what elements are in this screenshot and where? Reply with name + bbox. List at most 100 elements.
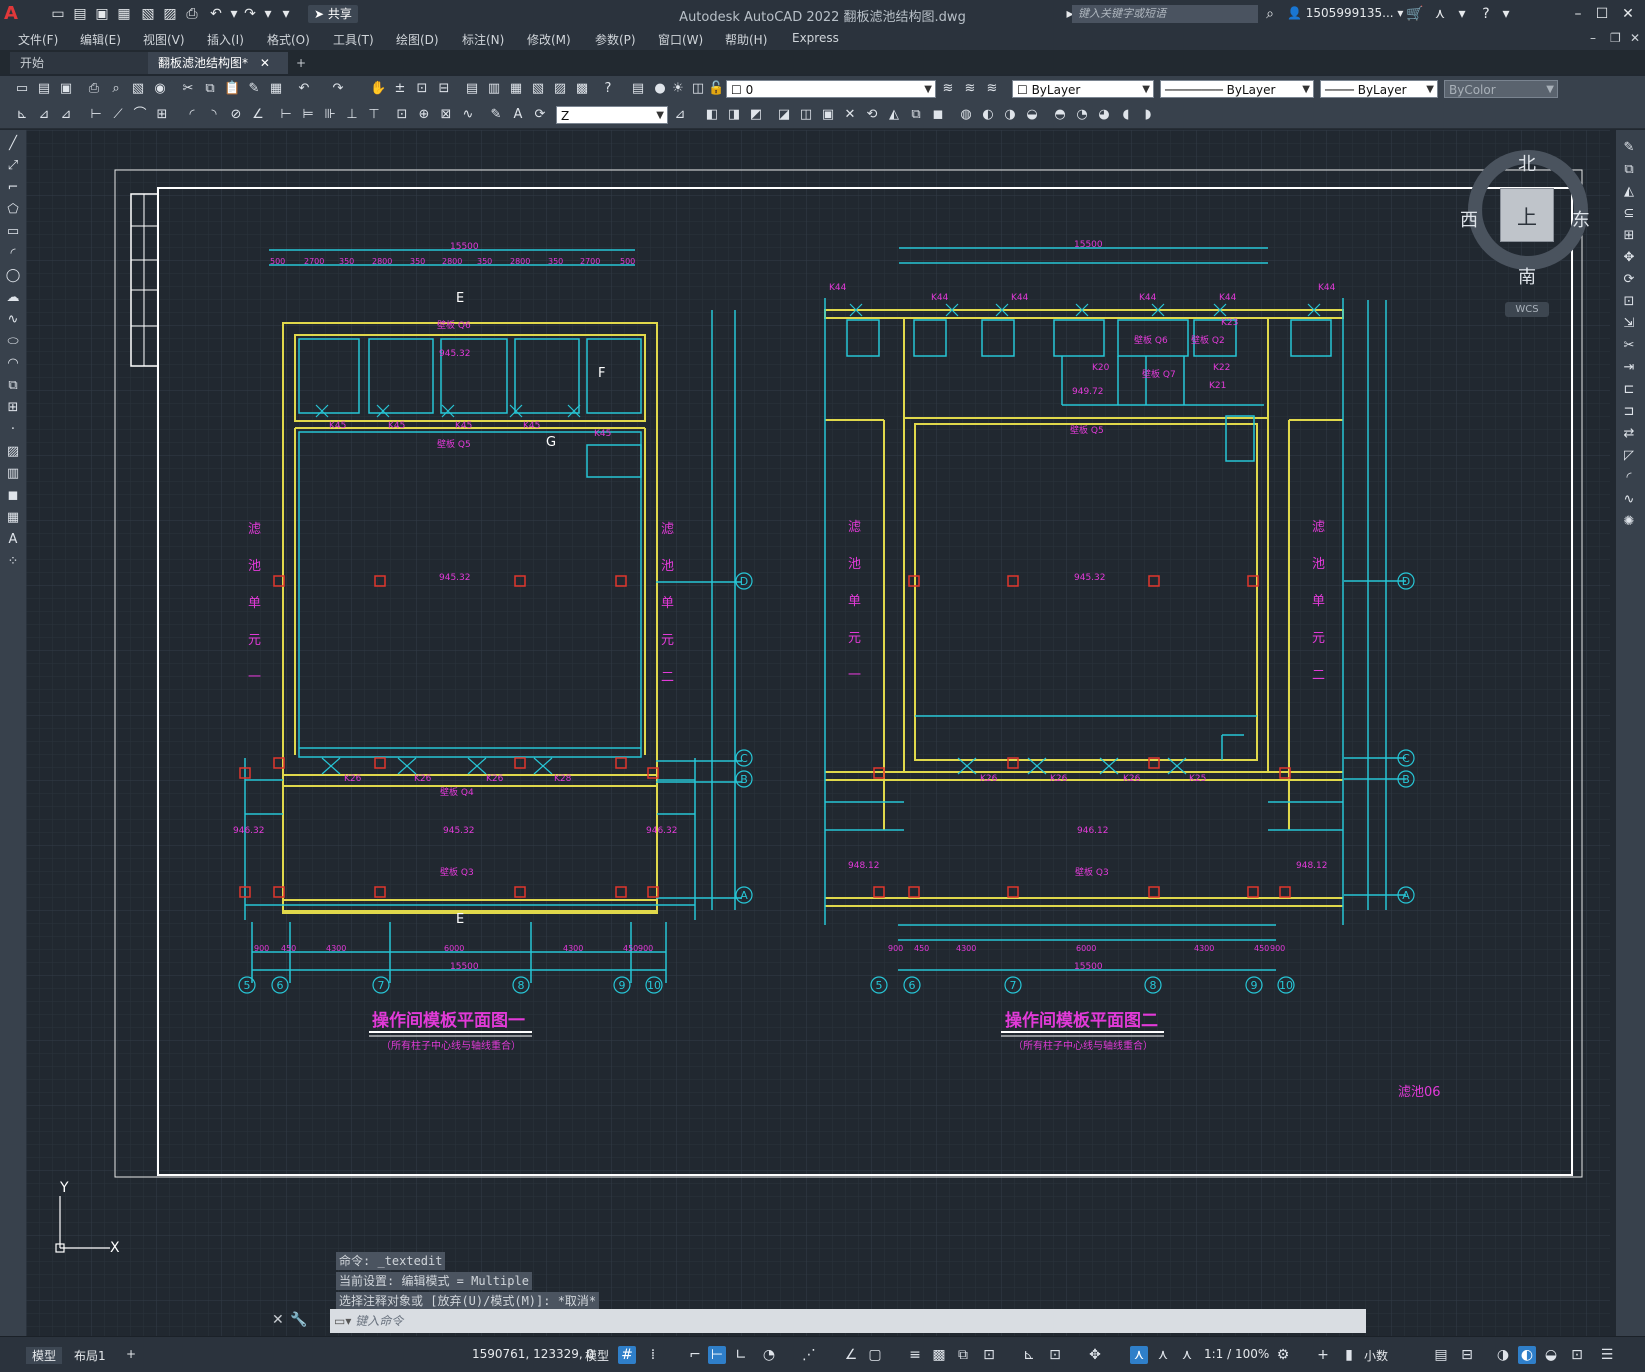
point-icon[interactable]: · <box>5 422 21 438</box>
layer-dropdown[interactable]: ☐ 0 ▼ <box>726 80 936 98</box>
plot-icon[interactable]: ⎙ <box>86 81 102 97</box>
solid-edit-icon[interactable]: ◗ <box>1140 107 1156 123</box>
mirror-icon[interactable]: ◭ <box>1621 184 1637 200</box>
layer-states-icon[interactable]: ≋ <box>984 81 1000 97</box>
search-input[interactable]: 键入关键字或短语 <box>1072 5 1258 23</box>
slice-icon[interactable]: ◔ <box>1074 107 1090 123</box>
linetype-dropdown[interactable]: ──────── ByLayer ▼ <box>1160 80 1314 98</box>
zoom-realtime-icon[interactable]: ± <box>392 81 408 97</box>
ucs-dropdown[interactable]: Z ▼ <box>556 106 668 124</box>
layer-bulb-icon[interactable]: ● <box>652 81 668 97</box>
doc-minimize-icon[interactable]: – <box>1590 31 1596 45</box>
rectangle-icon[interactable]: ▭ <box>5 224 21 240</box>
compass-north[interactable]: 北 <box>1518 150 1536 176</box>
close-command-icon[interactable]: ✕ <box>272 1312 284 1328</box>
move-icon[interactable]: ✥ <box>1621 250 1637 266</box>
drawing-canvas[interactable]: K45 K45 K45 K45 K45 壁板 Q5 壁板 Q6 壁板 Q4 壁板… <box>26 130 1610 1352</box>
extend-icon[interactable]: ⇥ <box>1621 360 1637 376</box>
arc-icon[interactable]: ◜ <box>5 246 21 262</box>
offset-icon[interactable]: ⊆ <box>1621 206 1637 222</box>
app-dropdown-icon[interactable]: ▾ <box>1452 4 1472 24</box>
center-mark-icon[interactable]: ⊕ <box>416 107 432 123</box>
redo-dropdown-icon[interactable]: ▾ <box>258 4 278 24</box>
color-dropdown[interactable]: ☐ ByLayer ▼ <box>1012 80 1154 98</box>
hardware-acceleration-icon[interactable]: ◒ <box>1542 1346 1560 1364</box>
model-space-toggle[interactable]: 模型 <box>585 1347 609 1364</box>
paste-icon[interactable]: 📋 <box>224 81 240 97</box>
diameter-dimension-icon[interactable]: ⊘ <box>228 107 244 123</box>
join-icon[interactable]: ⇄ <box>1621 426 1637 442</box>
lock-ui-icon[interactable]: ⊟ <box>1458 1346 1476 1364</box>
break-icon[interactable]: ⊐ <box>1621 404 1637 420</box>
tool-palettes-icon[interactable]: ▦ <box>508 81 524 97</box>
gizmo-icon[interactable]: ✥ <box>1086 1346 1104 1364</box>
menu-format[interactable]: 格式(O) <box>267 31 310 48</box>
cut-icon[interactable]: ✂ <box>180 81 196 97</box>
baseline-dimension-icon[interactable]: ⊨ <box>300 107 316 123</box>
cart-icon[interactable]: 🛒 <box>1405 4 1425 24</box>
plot-preview-icon[interactable]: ⌕ <box>108 81 124 97</box>
gradient-icon[interactable]: ▥ <box>5 466 21 482</box>
transparency-icon[interactable]: ▩ <box>930 1346 948 1364</box>
properties-icon[interactable]: ▤ <box>464 81 480 97</box>
graphics-performance-icon[interactable]: ◐ <box>1518 1346 1536 1364</box>
3dprint-icon[interactable]: ◉ <box>152 81 168 97</box>
layer-sun-icon[interactable]: ☀ <box>670 81 686 97</box>
annotation-scale-readout[interactable]: 1:1 / 100% <box>1204 1347 1269 1361</box>
angular-dimension-icon[interactable]: ∠ <box>250 107 266 123</box>
menu-file[interactable]: 文件(F) <box>18 31 58 48</box>
add-layout-button[interactable]: + <box>126 1347 136 1361</box>
maximize-icon[interactable]: ☐ <box>1592 4 1612 24</box>
auto-scale-icon[interactable]: ⋏ <box>1154 1346 1172 1364</box>
offset-faces-icon[interactable]: ▣ <box>820 107 836 123</box>
lineweight-dropdown[interactable]: ──── ByLayer ▼ <box>1320 80 1438 98</box>
search-icon[interactable]: ⌕ <box>1260 4 1280 24</box>
infer-constraints-icon[interactable]: ⌐ <box>686 1346 704 1364</box>
save-icon[interactable]: ▣ <box>92 4 112 24</box>
ucs-world-icon[interactable]: ⊿ <box>36 107 52 123</box>
make-block-icon[interactable]: ⊞ <box>5 400 21 416</box>
grid-icon[interactable]: # <box>618 1346 636 1364</box>
menu-window[interactable]: 窗口(W) <box>658 31 703 48</box>
layer-viewport-icon[interactable]: ◫ <box>690 81 706 97</box>
viewcube-face-top[interactable]: 上 <box>1517 201 1537 230</box>
table-icon[interactable]: ▦ <box>5 510 21 526</box>
inspection-icon[interactable]: ⊠ <box>438 107 454 123</box>
chamfer-icon[interactable]: ◸ <box>1621 448 1637 464</box>
match-properties-icon[interactable]: ✎ <box>246 81 262 97</box>
redo-icon[interactable]: ↷ <box>330 81 346 97</box>
units-dropdown[interactable]: 小数 <box>1364 1347 1388 1364</box>
extrude-faces-icon[interactable]: ◪ <box>776 107 792 123</box>
polygon-icon[interactable]: ⬠ <box>5 202 21 218</box>
isodraft-icon[interactable]: ⋰ <box>800 1346 818 1364</box>
lineweight-icon[interactable]: ≡ <box>906 1346 924 1364</box>
separate-icon[interactable]: ◑ <box>1002 107 1018 123</box>
menu-tools[interactable]: 工具(T) <box>333 31 374 48</box>
ortho-icon[interactable]: ∟ <box>732 1346 750 1364</box>
selection-cycling-icon[interactable]: ⧉ <box>954 1346 972 1364</box>
construction-line-icon[interactable]: ⤢ <box>5 158 21 174</box>
user-account[interactable]: 👤 1505999135... ▾ <box>1287 6 1403 20</box>
undo-icon[interactable]: ↶ <box>206 4 226 24</box>
share-button[interactable]: ➤ 共享 <box>308 5 358 23</box>
stretch-icon[interactable]: ⇲ <box>1621 316 1637 332</box>
customize-qat-icon[interactable]: ▾ <box>276 4 296 24</box>
jogged-dimension-icon[interactable]: ◝ <box>206 107 222 123</box>
delete-faces-icon[interactable]: ✕ <box>842 107 858 123</box>
add-selected-icon[interactable]: ⁘ <box>5 554 21 570</box>
quick-dimension-icon[interactable]: ⊢ <box>278 107 294 123</box>
units-icon[interactable]: ▮ <box>1340 1346 1358 1364</box>
tab-start[interactable]: 开始 <box>10 52 150 74</box>
blend-curves-icon[interactable]: ∿ <box>1621 492 1637 508</box>
annotation-visibility-icon[interactable]: ⋏ <box>1130 1346 1148 1364</box>
scale-icon[interactable]: ⊡ <box>1621 294 1637 310</box>
sheet-set-icon[interactable]: ▧ <box>530 81 546 97</box>
fillet-icon[interactable]: ◜ <box>1621 470 1637 486</box>
close-window-icon[interactable]: ✕ <box>1618 4 1638 24</box>
dynamic-input-icon[interactable]: ⊢ <box>708 1346 726 1364</box>
insert-block-icon[interactable]: ⧉ <box>5 378 21 394</box>
intersect-icon[interactable]: ◩ <box>748 107 764 123</box>
section-icon[interactable]: ◕ <box>1096 107 1112 123</box>
workspace-gear-icon[interactable]: ⚙ <box>1274 1346 1292 1364</box>
rotate-icon[interactable]: ⟳ <box>1621 272 1637 288</box>
